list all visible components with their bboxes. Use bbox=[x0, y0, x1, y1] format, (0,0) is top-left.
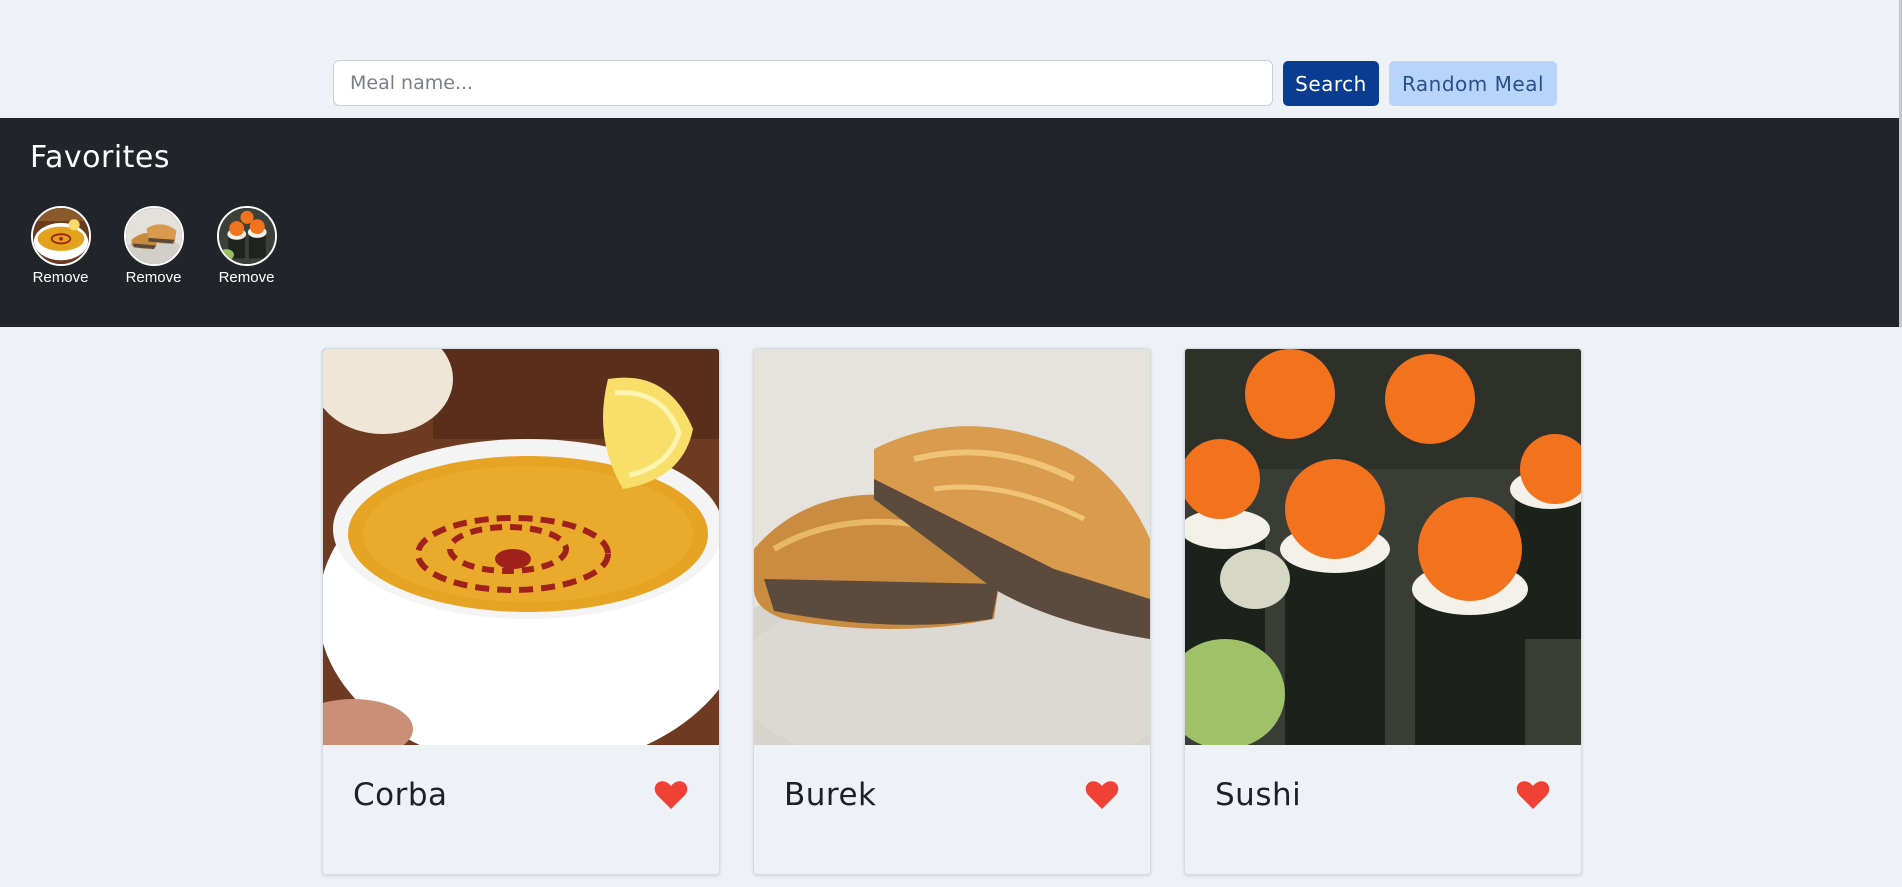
search-bar: Search Random Meal bbox=[0, 0, 1902, 118]
heart-icon bbox=[1516, 781, 1550, 809]
meal-name: Sushi bbox=[1215, 777, 1302, 813]
meal-name: Corba bbox=[353, 777, 448, 813]
remove-favorite-corba[interactable]: Remove bbox=[33, 269, 89, 286]
favorites-panel: Favorites Remove Remove Remove bbox=[0, 118, 1899, 327]
burek-pastry-image bbox=[125, 208, 182, 264]
favorite-thumbnail-sushi[interactable] bbox=[216, 206, 277, 266]
favorites-list: Remove Remove Remove bbox=[29, 206, 278, 286]
meal-card-body: Corba bbox=[323, 745, 719, 874]
meal-image-sushi bbox=[1185, 349, 1581, 745]
sushi-image bbox=[218, 208, 275, 264]
heart-icon bbox=[1085, 781, 1119, 809]
favorite-thumbnail-corba[interactable] bbox=[30, 206, 91, 266]
favorite-toggle-burek[interactable] bbox=[1085, 779, 1121, 811]
search-button[interactable]: Search bbox=[1283, 61, 1379, 106]
meal-image-burek bbox=[754, 349, 1150, 745]
favorite-toggle-corba[interactable] bbox=[654, 779, 690, 811]
favorite-item-corba: Remove bbox=[29, 206, 92, 286]
remove-favorite-sushi[interactable]: Remove bbox=[219, 269, 275, 286]
meal-name: Burek bbox=[784, 777, 877, 813]
meal-card-body: Burek bbox=[754, 745, 1150, 874]
favorite-item-sushi: Remove bbox=[215, 206, 278, 286]
meal-card-list: Corba Burek Sushi bbox=[322, 348, 1582, 875]
favorite-item-burek: Remove bbox=[122, 206, 185, 286]
meal-card-corba: Corba bbox=[322, 348, 720, 875]
sushi-image bbox=[1185, 349, 1581, 745]
meal-image-corba bbox=[323, 349, 719, 745]
meal-search-input[interactable] bbox=[333, 60, 1273, 106]
meal-card-body: Sushi bbox=[1185, 745, 1581, 874]
meal-card-burek: Burek bbox=[753, 348, 1151, 875]
corba-soup-image bbox=[32, 208, 89, 264]
burek-pastry-image bbox=[754, 349, 1150, 745]
corba-soup-image bbox=[323, 349, 719, 745]
random-meal-button[interactable]: Random Meal bbox=[1389, 61, 1557, 106]
favorite-toggle-sushi[interactable] bbox=[1516, 779, 1552, 811]
favorites-title: Favorites bbox=[30, 140, 171, 175]
remove-favorite-burek[interactable]: Remove bbox=[126, 269, 182, 286]
favorite-thumbnail-burek[interactable] bbox=[123, 206, 184, 266]
meal-card-sushi: Sushi bbox=[1184, 348, 1582, 875]
heart-icon bbox=[654, 781, 688, 809]
